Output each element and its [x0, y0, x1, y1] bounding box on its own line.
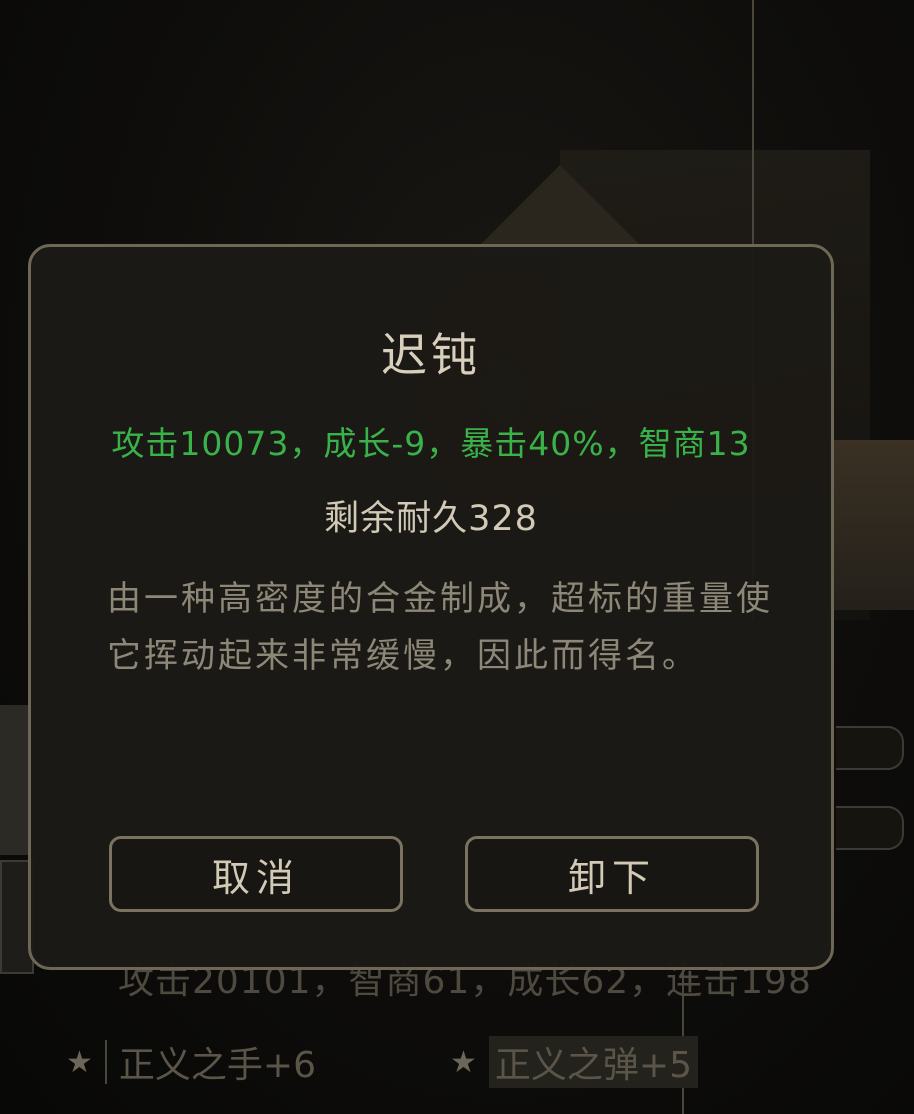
background-roof	[470, 165, 650, 255]
item-detail-dialog: 迟钝 攻击10073，成长-9，暴击40%，智商13 剩余耐久328 由一种高密…	[28, 244, 834, 970]
item-durability: 剩余耐久328	[324, 499, 538, 539]
background-skill-item: ★ 正义之弹+5	[450, 1036, 698, 1088]
game-scene: 攻击20101，智商61，成长62，连击198 ★ 正义之手+6 ★ 正义之弹+…	[0, 0, 914, 1114]
unequip-button[interactable]: 卸下	[465, 836, 759, 912]
skill-name: 正义之弹+5	[488, 1036, 698, 1088]
background-slot	[836, 806, 904, 850]
background-characters	[830, 440, 914, 610]
divider	[104, 1040, 107, 1084]
background-panel	[0, 705, 30, 855]
skill-name: 正义之手+6	[118, 1045, 316, 1086]
star-icon: ★	[450, 1044, 477, 1080]
item-title: 迟钝	[381, 328, 481, 382]
star-icon: ★	[66, 1044, 93, 1080]
background-skill-item: ★ 正义之手+6	[66, 1036, 316, 1088]
cancel-button[interactable]: 取消	[109, 836, 403, 912]
item-stats: 攻击10073，成长-9，暴击40%，智商13	[111, 424, 751, 463]
background-slot	[836, 726, 904, 770]
item-description: 由一种高密度的合金制成，超标的重量使它挥动起来非常缓慢，因此而得名。	[107, 579, 773, 676]
